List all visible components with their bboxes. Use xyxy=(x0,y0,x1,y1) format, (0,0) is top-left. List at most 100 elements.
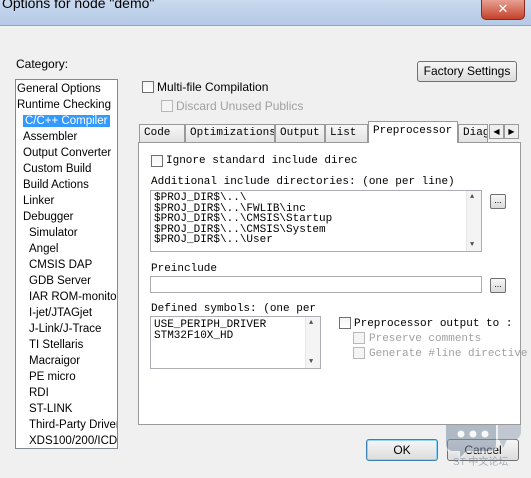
category-item[interactable]: Third-Party Driver xyxy=(16,417,117,433)
tab-code[interactable]: Code xyxy=(139,124,185,142)
category-list[interactable]: General Options Runtime Checking C/C++ Com… xyxy=(15,79,118,449)
close-icon: ✕ xyxy=(497,1,509,16)
ok-label: OK xyxy=(393,443,411,457)
tab-preprocessor[interactable]: Preprocessor xyxy=(368,121,458,143)
category-item[interactable]: Angel xyxy=(16,241,117,257)
category-item-label: CMSIS DAP xyxy=(29,259,93,271)
preserve-comments-label: Preserve comments xyxy=(369,333,482,345)
category-item[interactable]: C/C++ Compiler xyxy=(16,113,117,129)
category-item[interactable]: Linker xyxy=(16,193,117,209)
defined-symbols-label: Defined symbols: (one per xyxy=(151,303,317,315)
ignore-std-include-checkbox[interactable] xyxy=(151,155,163,167)
include-dirs-lines: $PROJ_DIR$\..\ $PROJ_DIR$\..\FWLIB\inc $PR… xyxy=(154,193,478,246)
include-dirs-browse-button[interactable]: ... xyxy=(490,194,506,209)
category-item-label: Simulator xyxy=(29,227,78,239)
category-item[interactable]: J-Link/J-Trace xyxy=(16,321,117,337)
arrow-left-icon: ◀ xyxy=(493,127,500,136)
tab-output-label: Output xyxy=(280,127,320,139)
generate-line-label: Generate #line directive xyxy=(369,348,528,360)
preprocessor-output-checkbox[interactable] xyxy=(339,317,351,329)
category-item[interactable]: General Options xyxy=(16,81,117,97)
ellipsis-icon: ... xyxy=(494,195,502,205)
category-item[interactable]: PE micro xyxy=(16,369,117,385)
multi-file-checkbox[interactable] xyxy=(142,81,154,93)
category-item[interactable]: GDB Server xyxy=(16,273,117,289)
defined-symbols-scrollbar[interactable]: ▲ ▼ xyxy=(305,317,320,368)
preinclude-input[interactable] xyxy=(150,276,482,293)
tab-diagnostics-label: Diagn xyxy=(463,127,487,139)
tab-scroll-right[interactable]: ▶ xyxy=(504,124,519,139)
category-item-label: I-jet/JTAGjet xyxy=(29,307,93,319)
category-item[interactable]: XDS100/200/ICDI xyxy=(16,433,118,448)
tab-code-label: Code xyxy=(144,127,171,139)
category-item[interactable]: Output Converter xyxy=(16,145,117,161)
generate-line-checkbox[interactable] xyxy=(353,347,365,359)
tab-optimizations[interactable]: Optimizations xyxy=(185,124,275,142)
tab-list[interactable]: List xyxy=(325,124,368,142)
category-item[interactable]: CMSIS DAP xyxy=(16,257,117,273)
category-item-label: J-Link/J-Trace xyxy=(29,323,102,335)
close-button[interactable]: ✕ xyxy=(481,0,525,20)
include-dirs-textarea[interactable]: $PROJ_DIR$\..\ $PROJ_DIR$\..\FWLIB\inc $PR… xyxy=(150,190,482,252)
scroll-up-icon: ▲ xyxy=(470,193,475,201)
tab-diagnostics[interactable]: Diagn xyxy=(458,124,488,142)
include-dir-line: $PROJ_DIR$\..\CMSIS\Startup xyxy=(154,213,333,225)
discard-unused-label: Discard Unused Publics xyxy=(176,99,304,113)
category-item[interactable]: Simulator xyxy=(16,225,117,241)
category-item-label: GDB Server xyxy=(29,275,91,287)
ellipsis-icon: ... xyxy=(494,279,502,289)
category-item[interactable]: I-jet/JTAGjet xyxy=(16,305,117,321)
category-item[interactable]: Build Actions xyxy=(16,177,117,193)
category-item-label: Runtime Checking xyxy=(17,99,111,111)
scroll-down-icon: ▼ xyxy=(309,358,314,366)
category-item-label: General Options xyxy=(17,83,101,95)
category-item-label: XDS100/200/ICDI xyxy=(29,435,118,447)
category-item-label: Angel xyxy=(29,243,59,255)
category-item-label: Debugger xyxy=(23,211,74,223)
category-item-label: Macraigor xyxy=(29,355,81,367)
include-dir-line: $PROJ_DIR$\..\ xyxy=(154,192,247,204)
discard-unused-checkbox[interactable] xyxy=(161,100,173,112)
category-item-label: C/C++ Compiler xyxy=(23,115,111,127)
preserve-comments-checkbox[interactable] xyxy=(353,332,365,344)
category-item-label: Assembler xyxy=(23,131,78,143)
category-label: Category: xyxy=(16,57,69,71)
category-item[interactable]: Assembler xyxy=(16,129,117,145)
category-item-label: Third-Party Driver xyxy=(29,419,118,431)
category-item[interactable]: Macraigor xyxy=(16,353,117,369)
defined-symbols-textarea[interactable]: USE_PERIPH_DRIVER STM32F10X_HD ▲ ▼ xyxy=(150,316,321,369)
arrow-right-icon: ▶ xyxy=(508,127,515,136)
preinclude-browse-button[interactable]: ... xyxy=(490,278,506,293)
category-item[interactable]: Debugger xyxy=(16,209,117,225)
category-item[interactable]: Custom Build xyxy=(16,161,117,177)
category-item-label: Output Converter xyxy=(23,147,112,159)
factory-settings-label: Factory Settings xyxy=(423,64,511,78)
window-title: Options for node "demo" xyxy=(2,0,155,11)
factory-settings-button[interactable]: Factory Settings xyxy=(417,61,517,82)
preinclude-label: Preinclude xyxy=(151,263,218,275)
category-item-label: RDI xyxy=(29,387,49,399)
ignore-std-include-label: Ignore standard include direc xyxy=(166,155,358,167)
include-dirs-label: Additional include directories: (one per… xyxy=(151,176,455,188)
preprocessor-output-label: Preprocessor output to : xyxy=(354,318,513,330)
ok-button[interactable]: OK xyxy=(366,439,438,461)
include-dirs-scrollbar[interactable]: ▲ ▼ xyxy=(466,191,481,251)
watermark-text: ST 中文论坛 xyxy=(453,457,509,468)
defined-symbol-line: STM32F10X_HD xyxy=(154,329,234,342)
tab-scroll-left[interactable]: ◀ xyxy=(489,124,504,139)
category-item[interactable]: TI Stellaris xyxy=(16,337,117,353)
category-item-label: IAR ROM-monitor xyxy=(29,291,118,303)
category-item-label: PE micro xyxy=(29,371,76,383)
category-item[interactable]: RDI xyxy=(16,385,117,401)
scroll-up-icon: ▲ xyxy=(309,319,314,327)
category-item-label: Linker xyxy=(23,195,55,207)
category-item-label: TI Stellaris xyxy=(29,339,84,351)
category-item-label: Build Actions xyxy=(23,179,89,191)
tab-optimizations-label: Optimizations xyxy=(190,127,275,139)
category-item[interactable]: Runtime Checking xyxy=(16,97,117,113)
tab-list-label: List xyxy=(330,127,357,139)
category-item[interactable]: ST-LINK xyxy=(16,401,117,417)
category-item[interactable]: IAR ROM-monitor xyxy=(16,289,117,305)
tab-output[interactable]: Output xyxy=(275,124,325,142)
tab-preprocessor-label: Preprocessor xyxy=(373,125,453,137)
